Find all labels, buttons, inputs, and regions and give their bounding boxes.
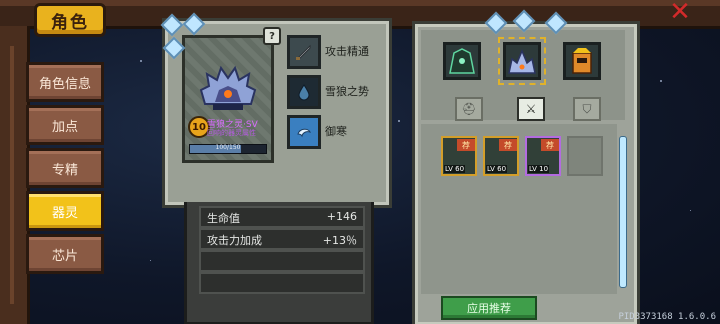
- sword-skill-icon: [287, 35, 321, 69]
- water-drop-skill-icon: [287, 75, 321, 109]
- shield-icon[interactable]: ⛉: [573, 97, 601, 121]
- stat-value: +13％: [322, 234, 357, 247]
- spirit-equip-panel: ⛑ ⚔ ⛉ 荐 LV 60 荐 LV 60 荐 LV 10 应用推荐: [412, 21, 640, 324]
- tab-specialization[interactable]: 专精: [26, 148, 104, 188]
- recommend-tag: 荐: [457, 139, 475, 151]
- tab-spirit[interactable]: 器灵: [26, 191, 104, 231]
- ice-wolf-pet-icon: [508, 49, 536, 74]
- stat-row: 攻击力加成 +13％: [199, 228, 365, 250]
- equipped-area: ⛑ ⚔ ⛉: [421, 30, 625, 121]
- equipped-slot-2[interactable]: [498, 37, 546, 85]
- tab-chip[interactable]: 芯片: [26, 234, 104, 274]
- star: [140, 60, 142, 62]
- stat-row: [199, 250, 365, 272]
- item-level: LV 10: [528, 165, 550, 173]
- orange-golem-pet-icon: [572, 48, 592, 74]
- xp-bar: 100/150: [189, 144, 267, 154]
- stats-panel: 生命值 +146 攻击力加成 +13％: [184, 202, 374, 324]
- star: [690, 210, 691, 211]
- inventory-slot-empty[interactable]: [567, 136, 603, 176]
- stat-name: 攻击力加成: [207, 234, 262, 247]
- close-icon[interactable]: ✕: [668, 0, 692, 25]
- star: [150, 260, 151, 261]
- xp-text: 100/150: [215, 144, 241, 151]
- skill-label: 御寒: [325, 125, 347, 138]
- skill-cold-resist[interactable]: 御寒: [287, 115, 367, 149]
- equipped-slot-3[interactable]: [563, 42, 601, 80]
- skill-attack-mastery[interactable]: 攻击精通: [287, 35, 369, 69]
- build-id: PID3373168 1.6.0.6: [618, 312, 716, 322]
- skill-wolf-momentum[interactable]: 雪狼之势: [287, 75, 369, 109]
- pet-subtitle: 回响的器灵属性: [207, 129, 256, 137]
- stat-row: 生命值 +146: [199, 206, 365, 228]
- star: [398, 120, 400, 122]
- item-level: LV 60: [486, 165, 508, 173]
- stat-row: [199, 272, 365, 294]
- stat-name: 生命值: [207, 212, 240, 225]
- dark-crystal-pet-icon: [449, 48, 475, 74]
- recommend-tag: 荐: [499, 139, 517, 151]
- sword-icon[interactable]: ⚔: [517, 97, 545, 121]
- ice-wolf-pet-icon: [199, 65, 257, 110]
- item-level: LV 60: [444, 165, 466, 173]
- help-icon[interactable]: ?: [263, 27, 281, 45]
- skill-label: 雪狼之势: [325, 85, 369, 98]
- helmet-icon[interactable]: ⛑: [455, 97, 483, 121]
- apply-recommend-button[interactable]: 应用推荐: [441, 296, 537, 320]
- recommend-tag: 荐: [541, 139, 559, 151]
- star: [660, 80, 662, 82]
- tab-character-info[interactable]: 角色信息: [26, 62, 104, 102]
- inventory-grid: 荐 LV 60 荐 LV 60 荐 LV 10: [421, 124, 617, 294]
- tab-attribute-points[interactable]: 加点: [26, 105, 104, 145]
- equipped-slot-1[interactable]: [443, 42, 481, 80]
- spirit-detail-panel: 10 雪狼之灵·SV 回响的器灵属性 100/150 ? 攻击精通 雪狼之势 御…: [162, 18, 392, 208]
- inventory-item[interactable]: 荐 LV 10: [525, 136, 561, 176]
- skill-label: 攻击精通: [325, 45, 369, 58]
- page-title: 角色: [34, 3, 106, 37]
- frost-skill-icon: [287, 115, 321, 149]
- pet-card[interactable]: 10 雪狼之灵·SV 回响的器灵属性 100/150: [182, 35, 274, 163]
- stat-value: +146: [326, 210, 357, 223]
- inventory-item[interactable]: 荐 LV 60: [441, 136, 477, 176]
- inventory-item[interactable]: 荐 LV 60: [483, 136, 519, 176]
- game-screen: 角色 ✕ 角色信息 加点 专精 器灵 芯片 10 雪狼之灵·SV 回响的器灵属性…: [0, 0, 720, 324]
- inventory-scrollbar[interactable]: [619, 136, 627, 288]
